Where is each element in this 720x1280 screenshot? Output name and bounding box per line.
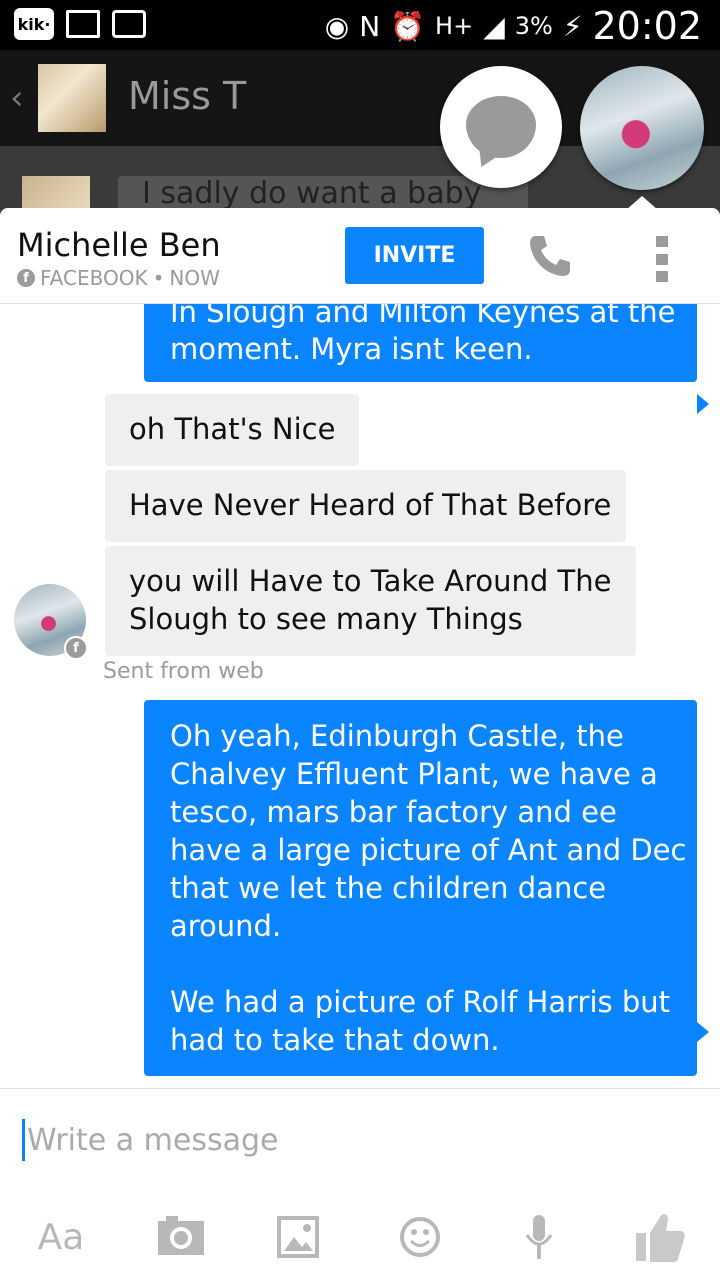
separator: • [152,266,165,290]
status-bar: kik· ◉ N ⏰ H+ ◢ 3% ⚡ 20:02 [0,0,720,50]
contact-chat-head[interactable] [580,66,704,190]
phone-icon[interactable] [526,232,574,280]
message-line: Slough to see many Things [129,602,523,636]
message-line: around. [170,909,282,943]
microphone-icon[interactable] [522,1207,556,1267]
signal-icon: ◢ [483,9,505,43]
back-icon[interactable]: ‹ [10,78,24,118]
facebook-badge-icon: f [64,636,88,660]
gallery-notification-icon [66,10,100,38]
source-label: FACEBOOK [40,266,148,290]
kik-icon: kik· [14,8,54,40]
message-bubble[interactable]: Oh yeah, Edinburgh Castle, the Chalvey E… [144,700,709,1076]
invite-button[interactable]: INVITE [345,227,484,284]
conversation-header: Michelle Ben f FACEBOOK • NOW INVITE [0,208,720,304]
message-bubble[interactable]: you will Have to Take Around The Slough … [105,546,636,656]
composer-toolbar: Aa [0,1207,720,1267]
clock: 20:02 [592,4,702,48]
contact-subtitle: f FACEBOOK • NOW [17,266,220,290]
battery-percent: 3% [514,12,553,40]
message-line: Have Never Heard of That Before [129,488,612,522]
message-line: oh That's Nice [129,412,336,446]
message-input[interactable] [22,1119,689,1161]
emoji-icon[interactable] [398,1207,442,1267]
time-label: NOW [169,266,220,290]
voicemail-icon [112,10,146,38]
network-type: H+ [435,12,474,40]
avatar [38,64,106,132]
message-line: moment. Myra isnt keen. [170,332,533,366]
message-line: that we let the children dance [170,871,607,905]
messenger-chat-head[interactable] [440,66,562,188]
message-line: you will Have to Take Around The [129,564,612,598]
composer: Aa [0,1088,720,1280]
camera-icon[interactable] [156,1207,206,1267]
nfc-icon: N [359,9,381,43]
message-bubble[interactable]: oh That's Nice [105,394,359,466]
gallery-icon[interactable] [276,1207,320,1267]
text-style-button[interactable]: Aa [36,1207,86,1267]
message-bubble[interactable]: Have Never Heard of That Before [105,470,626,542]
message-line: tesco, mars bar factory and ee [170,795,617,829]
bubble-tail [697,1022,709,1042]
message-line: We had a picture of Rolf Harris but [170,985,671,1019]
message-line: had to take that down. [170,1023,500,1057]
message-line: have a large picture of Ant and Dec [170,833,687,867]
messenger-icon [466,96,536,158]
message-line: Oh yeah, Edinburgh Castle, the [170,719,624,753]
battery-charging-icon: ⚡ [562,9,583,43]
conversation-panel: Michelle Ben f FACEBOOK • NOW INVITE In … [0,208,720,1280]
thumbs-up-icon[interactable] [632,1207,688,1267]
alarm-icon: ⏰ [390,9,426,43]
more-options-icon[interactable] [656,236,670,282]
background-chat-title: Miss T [128,74,247,118]
contact-name: Michelle Ben [17,226,221,264]
eye-icon: ◉ [324,9,350,43]
bubble-tail [697,394,709,414]
facebook-icon: f [17,269,35,287]
sent-from-label: Sent from web [103,659,264,684]
message-line: Chalvey Effluent Plant, we have a [170,757,658,791]
